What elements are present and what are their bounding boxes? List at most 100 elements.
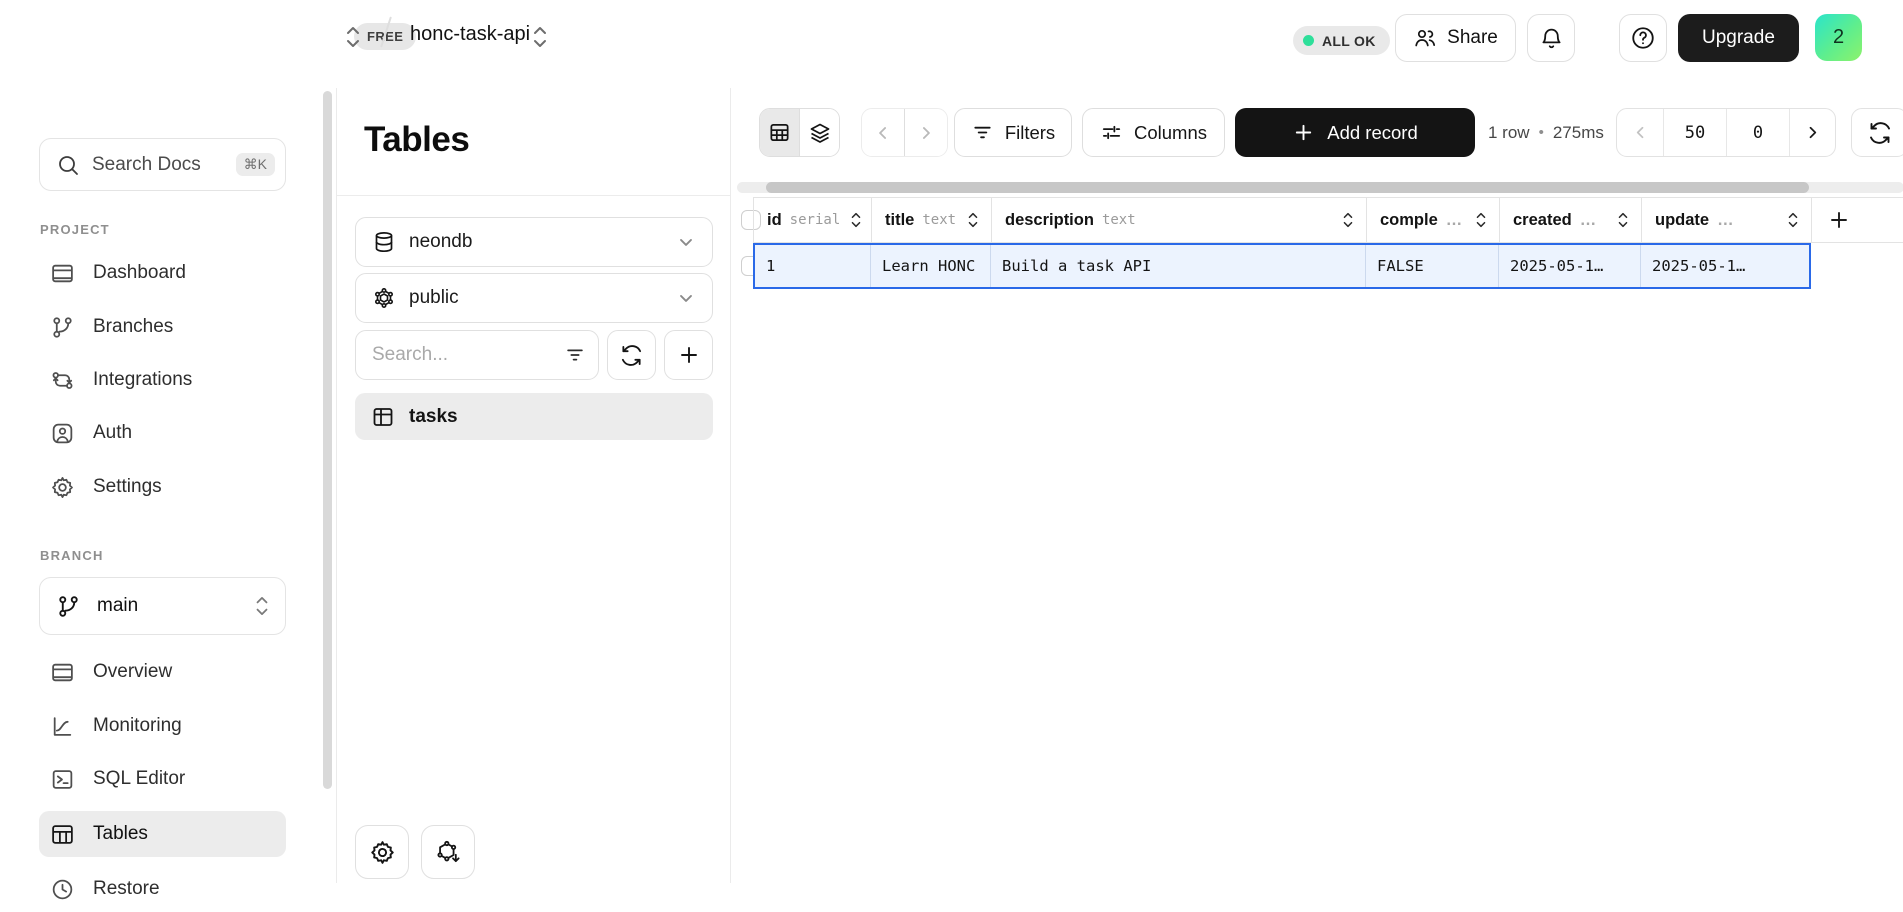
sidebar-item-label: Branches xyxy=(93,316,173,338)
status-badge[interactable]: ALL OK xyxy=(1293,26,1390,55)
column-header-updated[interactable]: update … xyxy=(1642,198,1812,242)
add-record-button[interactable]: Add record xyxy=(1235,108,1475,157)
sidebar-item-dashboard[interactable]: Dashboard xyxy=(39,250,286,296)
chart-line-icon xyxy=(50,714,75,739)
sliders-icon xyxy=(1100,121,1123,144)
sidebar-item-tables[interactable]: Tables xyxy=(39,811,286,857)
truncation-ellipsis: … xyxy=(1446,211,1463,230)
page-prev-button[interactable] xyxy=(1617,109,1663,156)
branch-selector[interactable]: main xyxy=(39,577,286,635)
database-selector[interactable]: neondb xyxy=(355,217,713,267)
sort-icon[interactable] xyxy=(848,209,864,231)
sort-icon[interactable] xyxy=(1340,209,1356,231)
next-record-button[interactable] xyxy=(904,109,947,156)
schema-selector[interactable]: public xyxy=(355,273,713,323)
terminal-icon xyxy=(50,767,75,792)
table-list-item-tasks[interactable]: tasks xyxy=(355,393,713,440)
cell-description[interactable]: Build a task API xyxy=(991,245,1366,287)
column-name: description xyxy=(1005,211,1094,230)
database-icon xyxy=(372,230,396,254)
page-size-value[interactable]: 50 xyxy=(1663,109,1726,156)
schema-icon xyxy=(372,286,396,310)
table-row[interactable]: 1 Learn HONC Build a task API FALSE 2025… xyxy=(753,243,1811,289)
table-view-toggle[interactable] xyxy=(760,109,799,156)
column-header-title[interactable]: title text xyxy=(872,198,992,242)
sort-icon[interactable] xyxy=(965,209,981,231)
sidebar-item-monitoring[interactable]: Monitoring xyxy=(39,703,286,749)
cell-created[interactable]: 2025-05-1… xyxy=(1499,245,1641,287)
search-docs-button[interactable]: Search Docs ⌘K xyxy=(39,138,286,191)
cell-id[interactable]: 1 xyxy=(755,245,871,287)
sidebar-item-overview[interactable]: Overview xyxy=(39,649,286,695)
table-search-input[interactable] xyxy=(372,344,556,366)
columns-button[interactable]: Columns xyxy=(1082,108,1225,157)
sidebar-item-label: Monitoring xyxy=(93,715,182,737)
table-icon xyxy=(371,405,395,429)
sort-icon[interactable] xyxy=(1615,209,1631,231)
horizontal-scrollbar[interactable] xyxy=(737,182,1903,193)
column-name: title xyxy=(885,211,914,230)
export-schema-button[interactable] xyxy=(421,825,475,879)
git-branch-icon xyxy=(56,594,81,619)
add-column-button[interactable] xyxy=(1812,198,1903,242)
stats-separator: • xyxy=(1539,124,1544,141)
sidebar-item-label: Overview xyxy=(93,661,172,683)
layers-view-toggle[interactable] xyxy=(799,109,839,156)
plus-icon xyxy=(1827,208,1851,232)
data-grid-area: Filters Columns Add record 1 row • 275ms… xyxy=(730,88,1903,883)
integrations-icon xyxy=(50,368,75,393)
cell-updated[interactable]: 2025-05-1… xyxy=(1641,245,1809,287)
column-header-id[interactable]: id serial xyxy=(754,198,872,242)
sidebar-scrollbar[interactable] xyxy=(323,91,332,789)
upgrade-button[interactable]: Upgrade xyxy=(1678,14,1799,62)
column-header-description[interactable]: description text xyxy=(992,198,1367,242)
sidebar-item-restore[interactable]: Restore xyxy=(39,866,286,912)
cell-title[interactable]: Learn HONC xyxy=(871,245,991,287)
sort-icon[interactable] xyxy=(1785,209,1801,231)
share-button[interactable]: Share xyxy=(1395,14,1516,62)
table-settings-button[interactable] xyxy=(355,825,409,879)
sidebar-item-integrations[interactable]: Integrations xyxy=(39,357,286,403)
add-table-button[interactable] xyxy=(664,330,713,380)
database-selector-value: neondb xyxy=(409,231,472,253)
column-type: text xyxy=(1102,212,1136,228)
filter-funnel-icon[interactable] xyxy=(564,344,586,366)
sidebar-item-label: Tables xyxy=(93,823,148,845)
help-button[interactable] xyxy=(1619,14,1667,62)
prev-record-button[interactable] xyxy=(862,109,904,156)
sidebar-item-settings[interactable]: Settings xyxy=(39,464,286,510)
refresh-tables-button[interactable] xyxy=(607,330,656,380)
column-header-completed[interactable]: comple … xyxy=(1367,198,1500,242)
record-nav xyxy=(861,108,948,157)
sort-icon[interactable] xyxy=(1473,209,1489,231)
sidebar-item-sql-editor[interactable]: SQL Editor xyxy=(39,756,286,802)
page-next-button[interactable] xyxy=(1789,109,1835,156)
refresh-icon xyxy=(620,344,643,367)
table-grid-icon xyxy=(768,121,791,144)
chevron-down-icon xyxy=(676,288,696,308)
sidebar-item-branches[interactable]: Branches xyxy=(39,304,286,350)
table-search-field[interactable] xyxy=(355,330,599,380)
project-switcher-icon[interactable] xyxy=(530,21,550,53)
filters-button[interactable]: Filters xyxy=(954,108,1072,157)
plus-icon xyxy=(677,343,701,367)
status-ok-dot xyxy=(1303,35,1314,46)
page-offset-value[interactable]: 0 xyxy=(1726,109,1789,156)
column-type: text xyxy=(922,212,956,228)
refresh-grid-button[interactable] xyxy=(1851,108,1903,157)
column-header-created[interactable]: created … xyxy=(1500,198,1642,242)
account-switcher-icon[interactable] xyxy=(343,21,363,53)
chevron-left-icon xyxy=(1631,123,1650,142)
breadcrumb-project[interactable]: honc-task-api xyxy=(410,23,530,46)
git-branch-icon xyxy=(50,315,75,340)
column-type: serial xyxy=(790,212,841,228)
sidebar-item-label: Settings xyxy=(93,476,162,498)
search-docs-label: Search Docs xyxy=(92,154,224,176)
sidebar-item-auth[interactable]: Auth xyxy=(39,410,286,456)
filter-funnel-icon xyxy=(971,121,994,144)
horizontal-scrollbar-thumb[interactable] xyxy=(766,182,1809,193)
project-section-label: PROJECT xyxy=(40,222,110,237)
avatar[interactable]: 2 xyxy=(1815,14,1862,61)
notifications-button[interactable] xyxy=(1527,14,1575,62)
cell-completed[interactable]: FALSE xyxy=(1366,245,1499,287)
